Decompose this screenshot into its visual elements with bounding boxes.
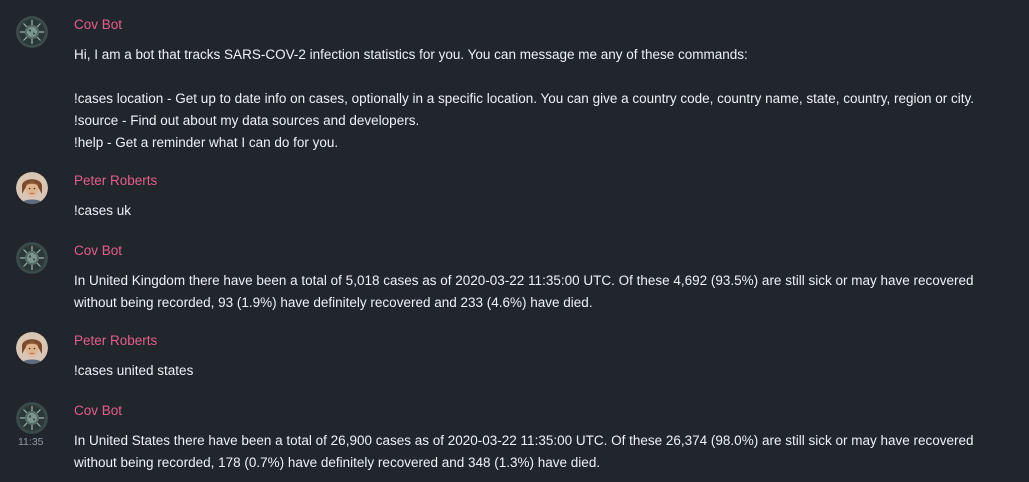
message-body: !cases united states: [74, 360, 1019, 382]
user-avatar[interactable]: [16, 172, 48, 204]
virus-icon[interactable]: [16, 242, 48, 274]
message-timestamp[interactable]: 11:35: [18, 436, 44, 448]
message-line: !source - Find out about my data sources…: [74, 113, 420, 128]
message-event: Cov Bot Hi, I am a bot that tracks SARS-…: [0, 16, 1029, 156]
message-timeline: Cov Bot Hi, I am a bot that tracks SARS-…: [0, 0, 1029, 482]
message-line: !cases united states: [74, 363, 194, 378]
message-line: Hi, I am a bot that tracks SARS-COV-2 in…: [74, 47, 748, 62]
user-avatar[interactable]: [16, 332, 48, 364]
message-body: !cases uk: [74, 200, 1019, 222]
sender-name[interactable]: Cov Bot: [74, 242, 122, 260]
message-body: Hi, I am a bot that tracks SARS-COV-2 in…: [74, 44, 1019, 154]
sender-name[interactable]: Cov Bot: [74, 16, 122, 34]
message-line: In United Kingdom there have been a tota…: [74, 273, 974, 310]
message-line: !cases location - Get up to date info on…: [74, 91, 975, 106]
virus-icon[interactable]: [16, 16, 48, 48]
message-event: Peter Roberts !cases united states: [0, 332, 1029, 382]
message-event: 11:35 Cov Bot In United States there hav…: [0, 402, 1029, 478]
message-line: !cases uk: [74, 203, 132, 218]
message-event: Peter Roberts !cases uk: [0, 172, 1029, 222]
message-body: In United States there have been a total…: [74, 430, 1019, 474]
virus-icon[interactable]: [16, 402, 48, 434]
sender-name[interactable]: Peter Roberts: [74, 172, 157, 190]
message-line: In United States there have been a total…: [74, 433, 974, 470]
message-line: !help - Get a reminder what I can do for…: [74, 135, 339, 150]
message-body: In United Kingdom there have been a tota…: [74, 270, 1019, 314]
message-event: Cov Bot In United Kingdom there have bee…: [0, 242, 1029, 314]
sender-name[interactable]: Peter Roberts: [74, 332, 157, 350]
sender-name[interactable]: Cov Bot: [74, 402, 122, 420]
